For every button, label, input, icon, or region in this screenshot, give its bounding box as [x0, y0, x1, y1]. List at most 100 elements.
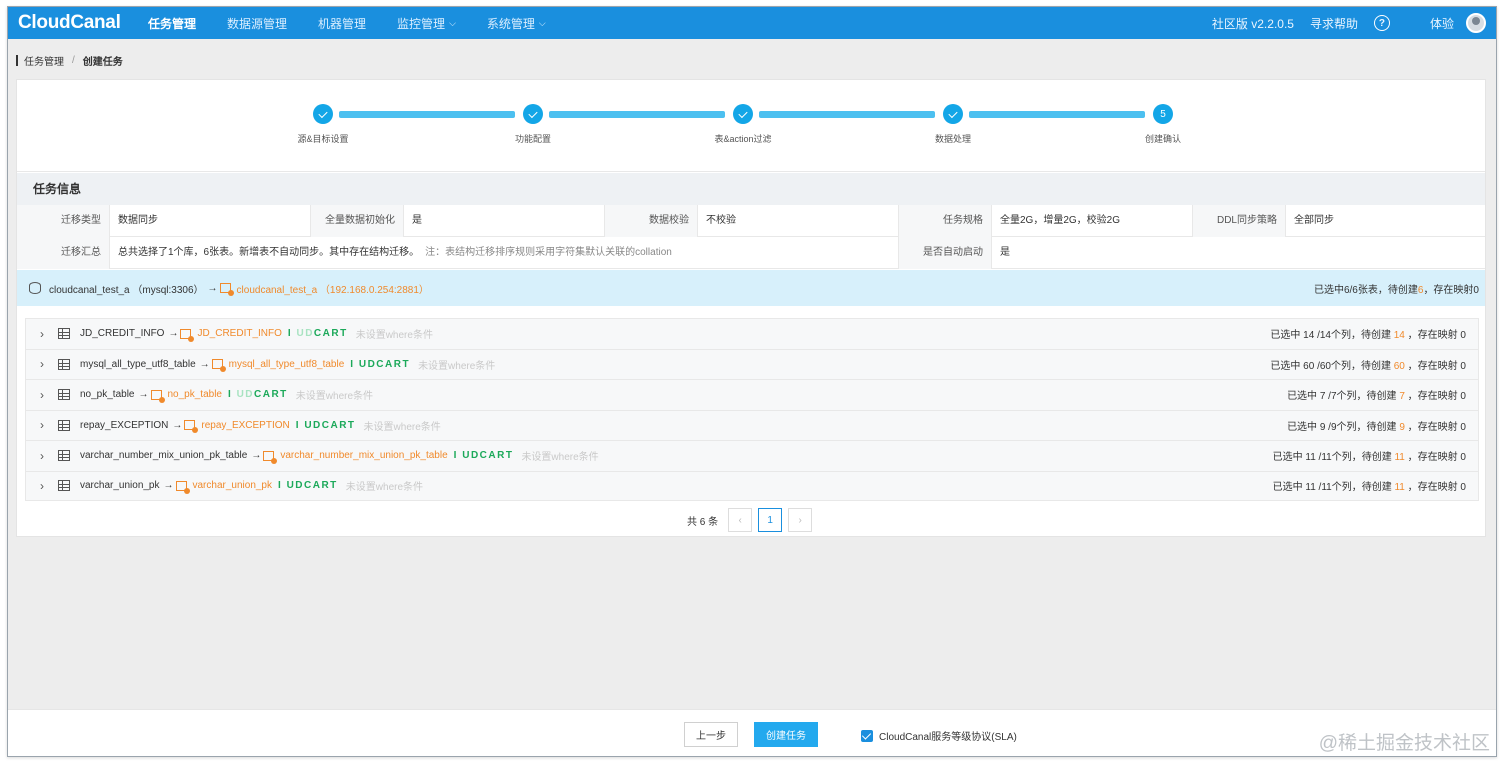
action-filter[interactable]: I UDCART	[296, 420, 356, 431]
info-value: 全量2G，增量2G，校验2G	[992, 205, 1193, 237]
action-filter[interactable]: I UDCART	[454, 450, 514, 461]
chevron-right-icon[interactable]: ›	[40, 449, 58, 463]
info-key: 迁移汇总	[17, 237, 110, 269]
question-icon[interactable]: ?	[1373, 15, 1390, 31]
table-icon	[58, 480, 70, 492]
target-table: varchar_number_mix_union_pk_table	[280, 450, 448, 462]
target-table-icon	[184, 420, 199, 434]
nav-system-management[interactable]: 系统管理 ⌵	[487, 15, 546, 32]
collation-note: 注：表结构迁移排序规则采用字符集默认关联的collation	[425, 247, 672, 258]
chevron-right-icon[interactable]: ›	[40, 418, 58, 432]
page-1-button[interactable]: 1	[758, 508, 783, 532]
table-icon	[58, 450, 70, 462]
breadcrumb-parent[interactable]: 任务管理	[24, 53, 64, 68]
where-condition[interactable]: 未设置where条件	[364, 418, 441, 433]
source-table: varchar_number_mix_union_pk_table	[80, 450, 248, 462]
info-key: 是否自动启动	[899, 237, 992, 269]
where-condition[interactable]: 未设置where条件	[356, 326, 433, 341]
chevron-right-icon[interactable]: ›	[40, 388, 58, 402]
table-row[interactable]: › repay_EXCEPTION → repay_EXCEPTION I UDCART…	[25, 409, 1479, 440]
step-2-done-icon	[523, 104, 543, 124]
table-icon	[58, 389, 70, 401]
migration-summary: 总共选择了1个库，6张表。新增表不自动同步。其中存在结构迁移。	[118, 247, 420, 258]
table-row[interactable]: › varchar_union_pk → varchar_union_pk I UDCA…	[25, 470, 1479, 501]
arrow-right-icon: →	[138, 389, 149, 401]
table-row[interactable]: › JD_CREDIT_INFO → JD_CREDIT_INFO I UDCART 未设…	[25, 318, 1479, 349]
table-row[interactable]: › varchar_number_mix_union_pk_table → varch…	[25, 440, 1479, 471]
breadcrumb-current: 创建任务	[82, 57, 123, 68]
table-row[interactable]: › no_pk_table → no_pk_table I UDCART 未设置where…	[25, 379, 1479, 410]
info-row-1: 迁移类型 数据同步 全量数据初始化 是 数据校验 不校验 任务规格 全量2G，增…	[17, 205, 1485, 237]
action-filter[interactable]: I UDCART	[228, 389, 288, 400]
arrow-right-icon: →	[251, 450, 262, 462]
step-1-done-icon	[313, 104, 333, 124]
arrow-right-icon: →	[172, 419, 183, 431]
prev-page-button[interactable]: ‹	[728, 508, 753, 532]
where-condition[interactable]: 未设置where条件	[296, 387, 373, 402]
user-name[interactable]: 体验	[1430, 15, 1454, 32]
chevron-right-icon[interactable]: ›	[40, 479, 58, 493]
info-value: 是	[1000, 247, 1010, 258]
where-condition[interactable]: 未设置where条件	[418, 357, 495, 372]
chevron-down-icon: ⌵	[538, 17, 546, 28]
action-filter[interactable]: I UDCART	[288, 328, 348, 339]
target-table-icon	[263, 450, 278, 464]
source-table: varchar_union_pk	[80, 480, 160, 492]
column-summary: 已选中 11 /11个列，待创建 11 ，存在映射 0	[1272, 452, 1466, 464]
previous-step-button[interactable]: 上一步	[684, 722, 738, 747]
sla-label: CloudCanal服务等级协议(SLA)	[879, 732, 1017, 743]
step-label: 功能配置	[514, 134, 552, 144]
where-condition[interactable]: 未设置where条件	[521, 448, 598, 463]
table-icon	[58, 328, 70, 340]
watermark: @稀土掘金技术社区	[1318, 733, 1490, 754]
nav-machine-management[interactable]: 机器管理	[318, 15, 366, 32]
source-db: cloudcanal_test_a （mysql:3306）	[49, 284, 204, 296]
top-nav: CloudCanal 任务管理 数据源管理 机器管理 监控管理 ⌵ 系统管理 ⌵ 社…	[8, 7, 1496, 39]
step-4-done-icon	[943, 104, 963, 124]
action-filter[interactable]: I UDCART	[278, 480, 338, 491]
target-table-icon	[175, 480, 190, 494]
nav-monitor-management[interactable]: 监控管理 ⌵	[397, 15, 456, 32]
column-summary: 已选中 11 /11个列，待创建 11 ，存在映射 0	[1272, 482, 1466, 494]
step-progress: 5 源&目标设置 功能配置 表&action过滤 数据处理 创建确认	[17, 80, 1485, 172]
where-condition[interactable]: 未设置where条件	[346, 478, 423, 493]
column-summary: 已选中 60 /60个列，待创建 60 ，存在映射 0	[1270, 360, 1466, 372]
pagination: 共 6 条 ‹ 1 ›	[687, 508, 813, 532]
chevron-right-icon[interactable]: ›	[40, 327, 58, 341]
sla-checkbox[interactable]	[861, 729, 873, 742]
chevron-right-icon[interactable]: ›	[40, 357, 58, 371]
info-key: 全量数据初始化	[311, 205, 404, 237]
table-icon	[58, 419, 70, 431]
target-table: JD_CREDIT_INFO	[197, 328, 282, 340]
footer-bar: 上一步 创建任务 CloudCanal服务等级协议(SLA) @稀土掘金技术社区	[8, 709, 1496, 756]
version-label: 社区版 v2.2.0.5	[1211, 16, 1294, 31]
action-filter[interactable]: I UDCART	[350, 359, 410, 370]
step-3-done-icon	[733, 104, 753, 124]
column-summary: 已选中 7 /7个列，待创建 7 ，存在映射 0	[1287, 391, 1466, 403]
info-value: 全部同步	[1294, 215, 1334, 226]
table-list: › JD_CREDIT_INFO → JD_CREDIT_INFO I UDCART 未设…	[25, 318, 1479, 501]
step-label: 源&目标设置	[297, 134, 349, 144]
sla-agreement[interactable]: CloudCanal服务等级协议(SLA)	[861, 728, 1017, 743]
help-link[interactable]: 寻求帮助	[1310, 15, 1358, 32]
nav-task-management[interactable]: 任务管理	[148, 15, 196, 32]
db-summary: 已选中6/6张表，待创建6，存在映射0	[1313, 284, 1479, 296]
create-task-button[interactable]: 创建任务	[754, 722, 818, 747]
avatar[interactable]	[1466, 13, 1486, 33]
nav-datasource-management[interactable]: 数据源管理	[227, 15, 287, 32]
create-task-panel: 5 源&目标设置 功能配置 表&action过滤 数据处理 创建确认 任务信息 …	[16, 79, 1486, 537]
arrow-right-icon: →	[199, 358, 210, 370]
next-page-button[interactable]: ›	[788, 508, 813, 532]
info-key: 数据校验	[605, 205, 698, 237]
table-row[interactable]: › mysql_all_type_utf8_table → mysql_all_typ…	[25, 348, 1479, 379]
target-table: mysql_all_type_utf8_table	[228, 358, 345, 370]
info-key: 迁移类型	[17, 205, 110, 237]
source-table: no_pk_table	[80, 389, 135, 401]
column-summary: 已选中 9 /9个列，待创建 9 ，存在映射 0	[1287, 421, 1466, 433]
source-table: mysql_all_type_utf8_table	[80, 358, 196, 370]
target-table-icon	[219, 283, 234, 296]
chevron-down-icon: ⌵	[449, 17, 456, 28]
info-value: 是	[404, 205, 605, 237]
info-value: 总共选择了1个库，6张表。新增表不自动同步。其中存在结构迁移。 注：表结构迁移排序…	[110, 237, 899, 269]
target-table-icon	[180, 328, 195, 342]
